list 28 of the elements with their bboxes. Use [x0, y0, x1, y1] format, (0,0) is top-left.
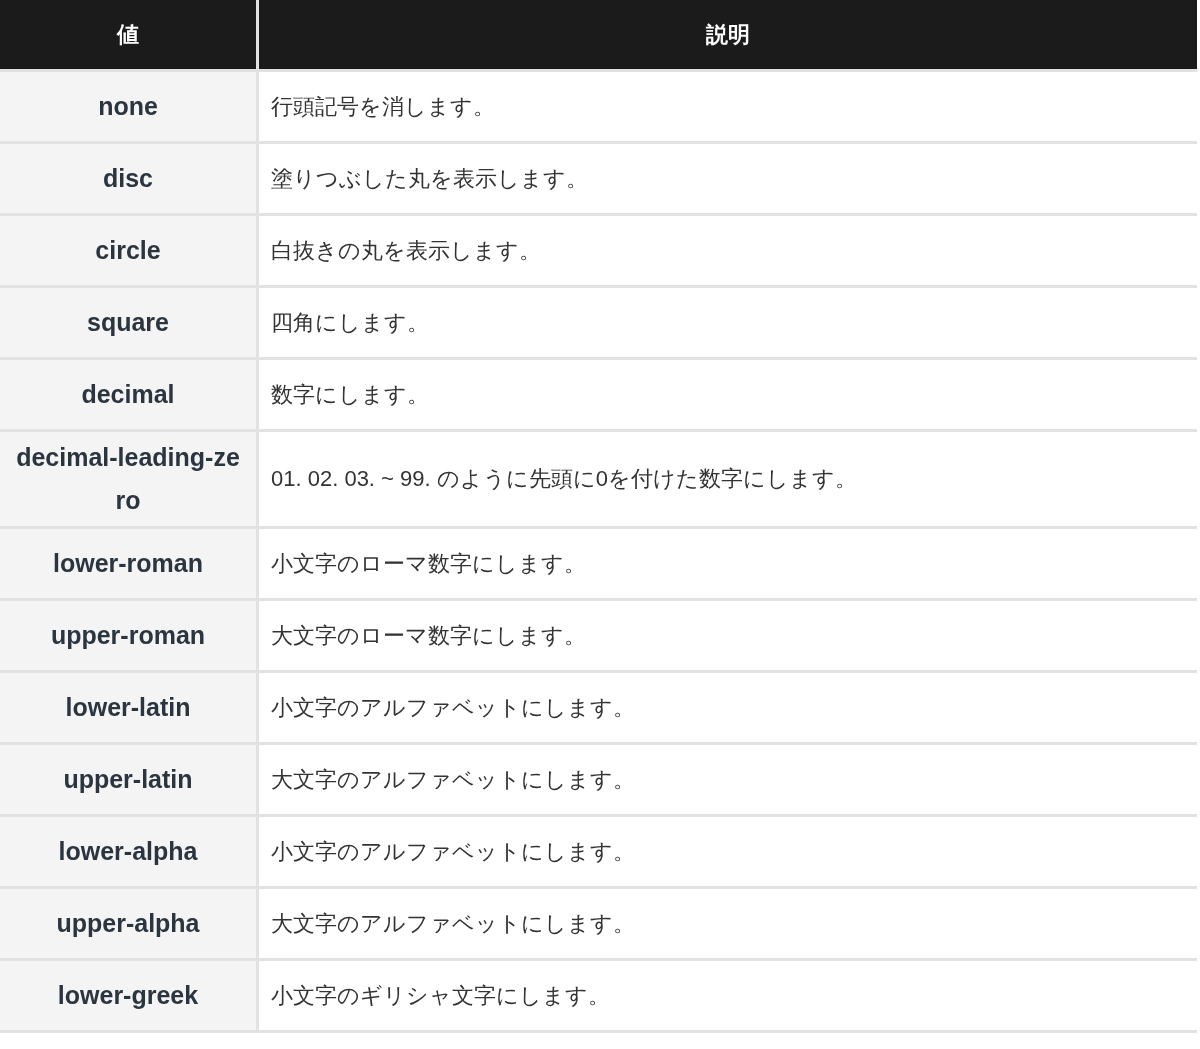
- table-cell: 大文字のアルファベットにします。: [259, 889, 1197, 958]
- table-cell: 大文字のローマ数字にします。: [259, 601, 1197, 670]
- table-cell: 大文字のアルファベットにします。: [259, 745, 1197, 814]
- table-cell: upper-roman: [0, 601, 256, 670]
- table-cell: 小文字のギリシャ文字にします。: [259, 961, 1197, 1030]
- table-cell: lower-roman: [0, 529, 256, 598]
- table-cell: circle: [0, 216, 256, 285]
- table-cell: square: [0, 288, 256, 357]
- table-cell: 01. 02. 03. ~ 99. のように先頭に0を付けた数字にします。: [259, 432, 1197, 526]
- column-header: 説明: [259, 0, 1197, 69]
- table-cell: upper-alpha: [0, 889, 256, 958]
- column-header: 値: [0, 0, 256, 69]
- table-cell: none: [0, 72, 256, 141]
- table-cell: 塗りつぶした丸を表示します。: [259, 144, 1197, 213]
- table-cell: 白抜きの丸を表示します。: [259, 216, 1197, 285]
- table-cell: 小文字のローマ数字にします。: [259, 529, 1197, 598]
- table-cell: lower-alpha: [0, 817, 256, 886]
- table-cell: 数字にします。: [259, 360, 1197, 429]
- table-cell: 四角にします。: [259, 288, 1197, 357]
- table-cell: disc: [0, 144, 256, 213]
- table-cell: 小文字のアルファベットにします。: [259, 817, 1197, 886]
- table-cell: 行頭記号を消します。: [259, 72, 1197, 141]
- table-cell: lower-latin: [0, 673, 256, 742]
- table-cell: lower-greek: [0, 961, 256, 1030]
- table-cell: 小文字のアルファベットにします。: [259, 673, 1197, 742]
- table-cell: decimal: [0, 360, 256, 429]
- table-cell: upper-latin: [0, 745, 256, 814]
- table-cell: decimal-leading-zero: [0, 432, 256, 526]
